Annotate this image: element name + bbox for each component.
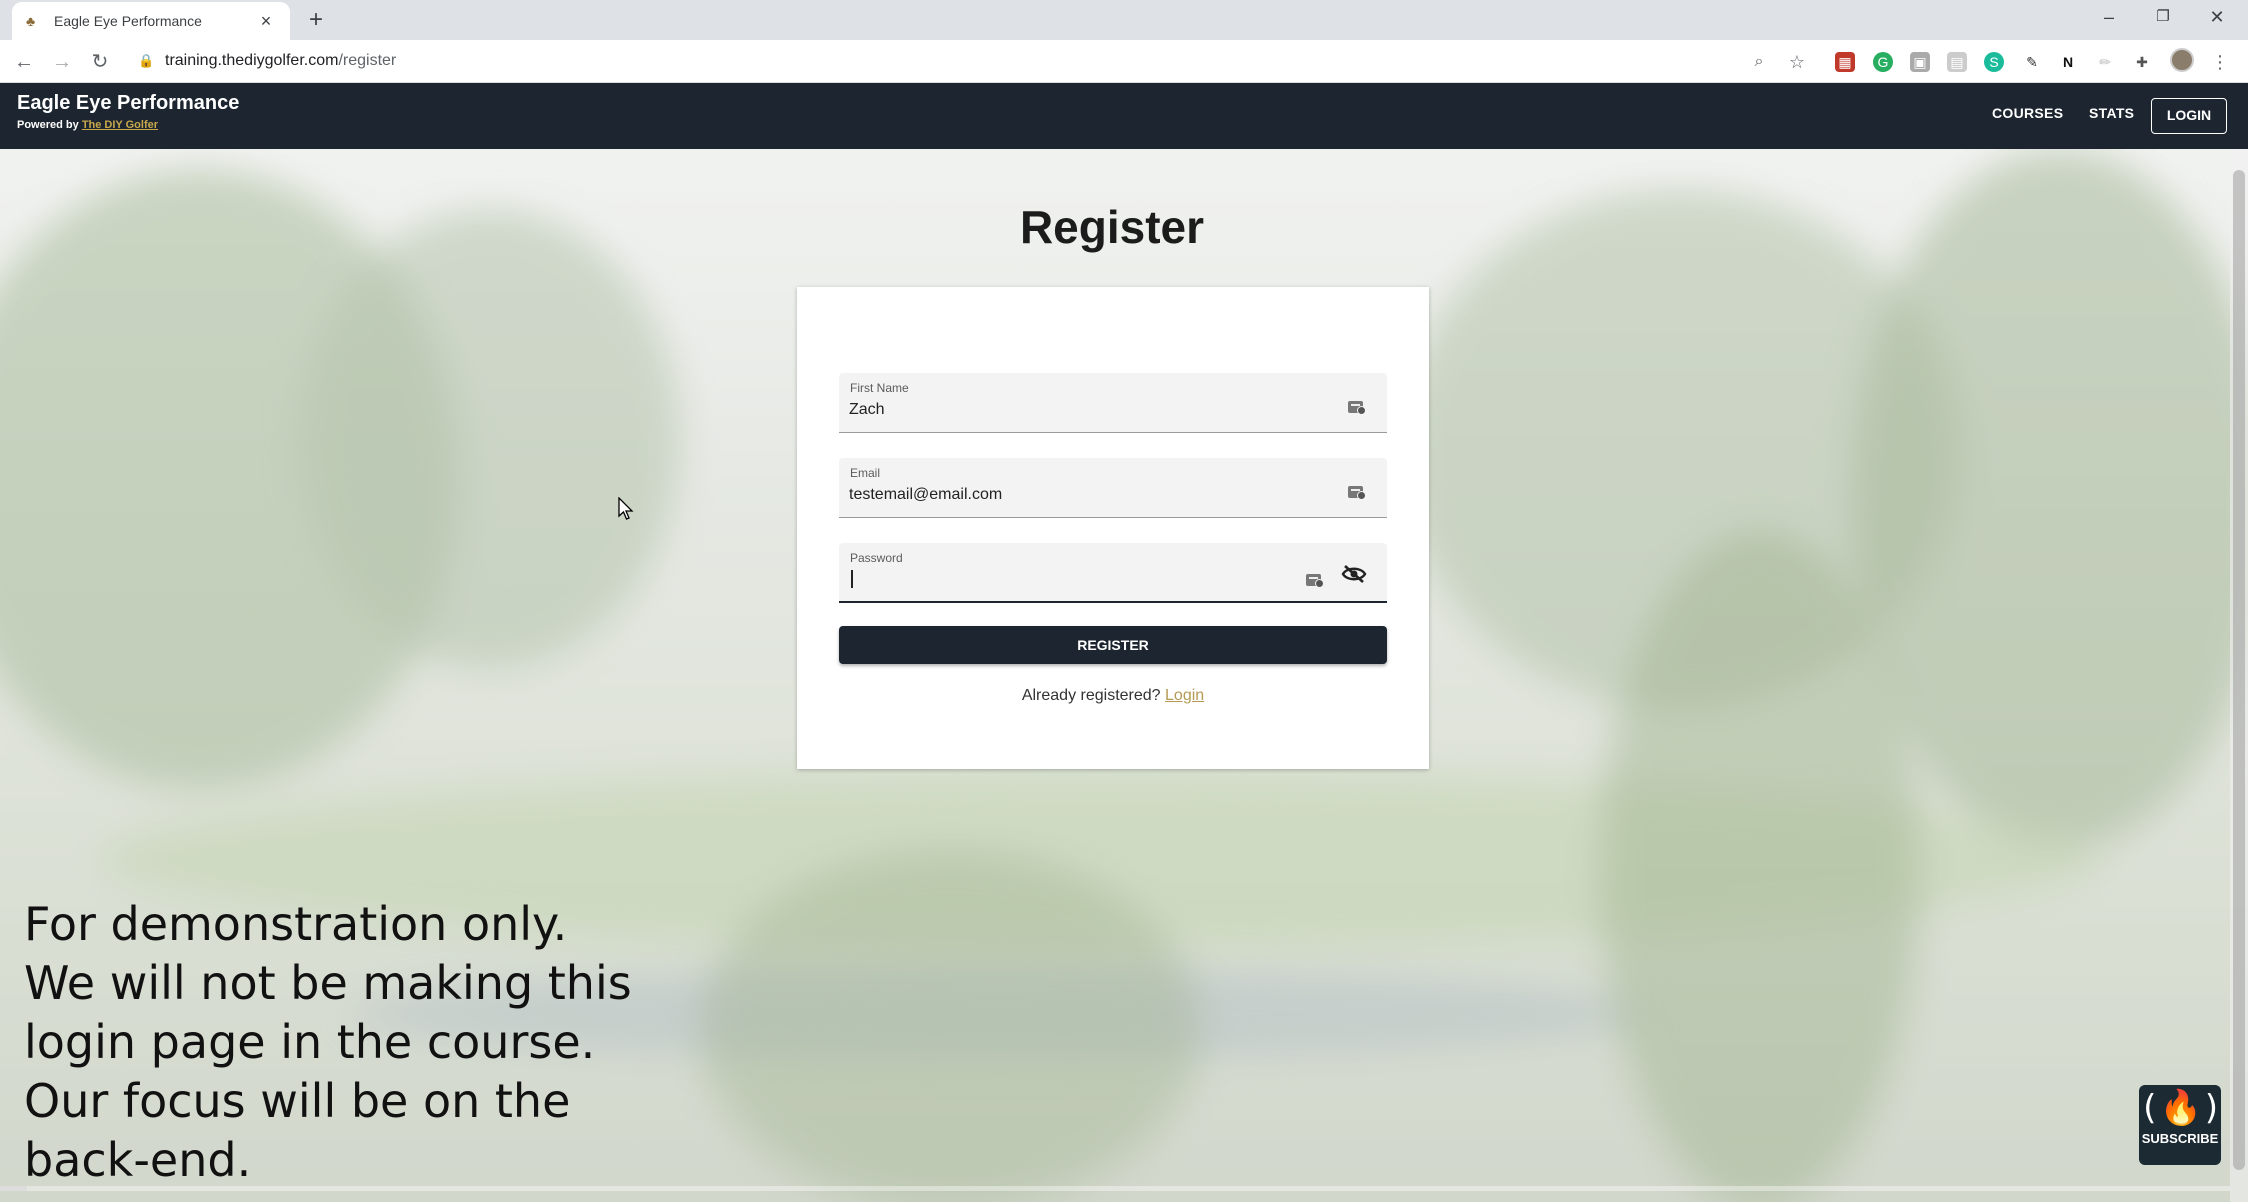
autofill-key-icon[interactable] (1348, 484, 1366, 500)
autofill-key-icon[interactable] (1306, 572, 1324, 588)
powered-by-text: Powered by (17, 119, 79, 131)
register-button[interactable]: REGISTER (839, 626, 1387, 664)
extension-misc-icon[interactable]: ▤ (1947, 52, 1967, 72)
demo-caption: For demonstration only. We will not be m… (24, 895, 784, 1190)
register-card: First Name Email Password REGISTER Alrea… (797, 287, 1429, 769)
extensions-puzzle-icon[interactable]: ✚ (2132, 52, 2152, 72)
first-name-label: First Name (850, 381, 909, 395)
forward-icon[interactable]: → (48, 48, 76, 76)
page-title: Register (1019, 201, 1205, 253)
already-registered: Already registered? Login (797, 687, 1429, 705)
brand-title: Eagle Eye Performance (17, 92, 240, 114)
browser-toolbar: ← → ↻ 🔒 training.thediygolfer.com/regist… (0, 40, 2248, 83)
text-caret (851, 570, 853, 588)
extension-pencil-icon[interactable]: ✏ (2095, 52, 2115, 72)
caption-line: For demonstration only. (24, 897, 568, 951)
autofill-key-icon[interactable] (1348, 399, 1366, 415)
restore-icon[interactable]: ❐ (2136, 0, 2190, 34)
app-navbar: Eagle Eye Performance Powered by The DIY… (0, 83, 2248, 149)
extension-grammarly-icon[interactable]: G (1873, 52, 1893, 72)
extension-pen-icon[interactable]: ✎ (2022, 52, 2042, 72)
zoom-icon[interactable]: ⌕ (1745, 48, 1773, 76)
caption-line: login page in the course. (24, 1015, 596, 1069)
caption-line: Our focus will be on the (24, 1074, 571, 1128)
caption-line: We will not be making this (24, 956, 632, 1010)
video-progress-bar[interactable] (0, 1186, 2230, 1191)
login-link[interactable]: Login (1165, 687, 1204, 704)
caption-line: back-end. (24, 1133, 252, 1187)
password-label: Password (850, 551, 903, 565)
flame-icon: (🔥) (2139, 1088, 2223, 1128)
email-input[interactable] (849, 483, 1309, 507)
favicon-icon: ♣ (26, 13, 36, 29)
extension-skype-icon[interactable]: S (1984, 52, 2004, 72)
password-input[interactable] (849, 568, 1309, 592)
reload-icon[interactable]: ↻ (86, 48, 114, 76)
password-field[interactable]: Password (839, 543, 1387, 603)
browser-tabstrip: ♣ Eagle Eye Performance × + – ❐ ✕ (0, 0, 2248, 40)
back-icon[interactable]: ← (10, 48, 38, 76)
lock-icon: 🔒 (138, 53, 155, 68)
extension-calendar-icon[interactable]: ▦ (1835, 52, 1855, 72)
scrollbar-thumb[interactable] (2233, 170, 2245, 1170)
email-field[interactable]: Email (839, 458, 1387, 518)
window-close-icon[interactable]: ✕ (2190, 0, 2244, 34)
already-registered-text: Already registered? (1021, 687, 1161, 704)
eye-off-icon[interactable] (1341, 563, 1367, 585)
extension-notion-icon[interactable]: N (2058, 52, 2078, 72)
tab-title: Eagle Eye Performance (54, 13, 202, 29)
email-label: Email (850, 466, 881, 480)
powered-by-link[interactable]: The DIY Golfer (82, 119, 158, 131)
browser-tab[interactable]: ♣ Eagle Eye Performance × (12, 2, 290, 40)
profile-avatar[interactable] (2170, 48, 2194, 72)
address-bar[interactable]: training.thediygolfer.com/register (165, 52, 396, 70)
first-name-input[interactable] (849, 398, 1309, 422)
brand[interactable]: Eagle Eye Performance Powered by The DIY… (17, 92, 239, 131)
first-name-field[interactable]: First Name (839, 373, 1387, 433)
mouse-cursor-icon (618, 497, 634, 520)
bookmark-star-icon[interactable]: ☆ (1783, 48, 1811, 76)
tab-close-icon[interactable]: × (256, 11, 276, 32)
video-progress-fill (0, 1186, 27, 1191)
nav-courses[interactable]: COURSES (1992, 105, 2063, 121)
browser-menu-icon[interactable]: ⋮ (2206, 48, 2234, 76)
subscribe-label: SUBSCRIBE (2141, 1131, 2219, 1146)
nav-stats[interactable]: STATS (2089, 105, 2134, 121)
subscribe-badge[interactable]: (🔥) SUBSCRIBE (2139, 1085, 2223, 1165)
url-host: training.thediygolfer.com (165, 52, 339, 69)
minimize-icon[interactable]: – (2082, 0, 2136, 34)
new-tab-icon[interactable]: + (302, 6, 330, 34)
nav-login-button[interactable]: LOGIN (2151, 98, 2227, 134)
url-path: /register (338, 52, 397, 69)
powered-by: Powered by The DIY Golfer (17, 119, 239, 131)
extension-image-icon[interactable]: ▣ (1910, 52, 1930, 72)
